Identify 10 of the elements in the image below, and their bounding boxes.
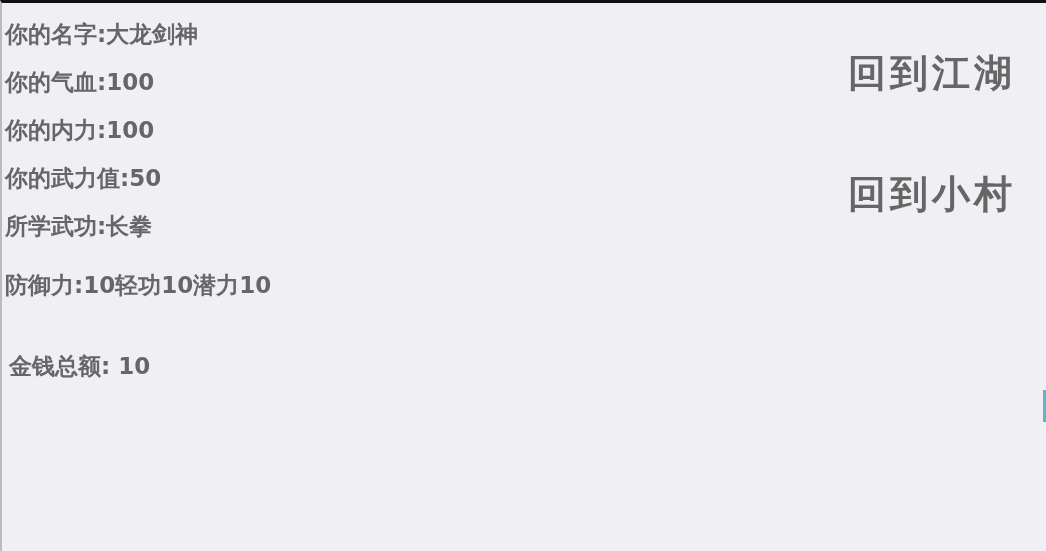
stat-text: 你的内力:100 xyxy=(5,116,156,145)
stat-text: 你的气血:100 xyxy=(5,68,156,97)
action-button[interactable]: 回到江湖 xyxy=(848,48,1016,99)
attributes-text: 防御力:10轻功10潜力10 xyxy=(5,271,272,300)
stat-text: 你的名字:大龙剑神 xyxy=(5,20,200,49)
action-button[interactable]: 回到小村 xyxy=(848,169,1016,220)
stat-text: 你的武力值:50 xyxy=(5,164,163,193)
scroll-indicator xyxy=(1043,390,1046,422)
money-text: 金钱总额: 10 xyxy=(8,352,152,381)
stat-text: 所学武功:长拳 xyxy=(5,212,154,241)
